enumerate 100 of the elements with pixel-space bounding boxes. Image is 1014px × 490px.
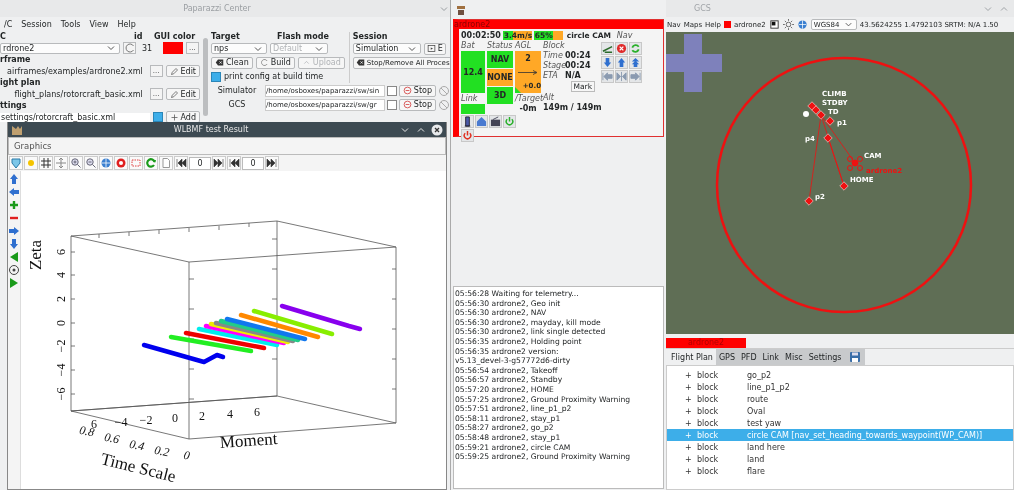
close-icon[interactable]	[431, 123, 443, 136]
block-label: Block	[543, 41, 566, 50]
tab[interactable]: Settings	[805, 349, 845, 365]
right-arrow-icon[interactable]	[629, 70, 642, 83]
menu-item[interactable]: View	[89, 20, 109, 29]
file-path-field[interactable]: settings/rotorcraft_basic.xml	[0, 112, 150, 122]
waypoint-marker[interactable]	[823, 133, 833, 143]
zoom-out-icon[interactable]	[84, 156, 98, 170]
move-icon[interactable]	[54, 156, 68, 170]
waypoint-marker[interactable]	[839, 181, 849, 191]
frame-field[interactable]: 0	[189, 156, 211, 170]
checkbox[interactable]	[211, 71, 221, 82]
expander[interactable]: +	[685, 406, 697, 416]
menu-item[interactable]: Tools	[60, 20, 81, 29]
frame-icon[interactable]	[129, 156, 143, 170]
cycle-icon[interactable]	[629, 42, 642, 55]
build-button[interactable]: Clean	[211, 56, 253, 69]
menu-item[interactable]: /C	[4, 20, 13, 29]
fast-forward-icon[interactable]	[265, 156, 279, 170]
left-arrow-icon[interactable]	[8, 186, 20, 198]
target-icon[interactable]	[8, 264, 20, 276]
block-name: land here	[747, 442, 785, 452]
down-arrow-icon[interactable]	[8, 238, 20, 250]
tree-row[interactable]: + block route	[667, 393, 1013, 405]
execute-button[interactable]: E	[423, 42, 446, 55]
tab[interactable]: PFD	[738, 349, 760, 365]
grid-icon[interactable]	[39, 156, 53, 170]
forbidden-icon[interactable]	[438, 98, 450, 111]
checkbox[interactable]	[386, 99, 397, 110]
power-icon[interactable]	[461, 129, 474, 142]
build-button[interactable]: Build	[255, 56, 295, 69]
expander[interactable]: +	[685, 454, 697, 464]
edit-button[interactable]: Edit	[165, 65, 200, 77]
tick-label: 0	[54, 320, 68, 326]
menu-item[interactable]: Help	[117, 20, 136, 29]
right-arrow-icon[interactable]	[8, 225, 20, 237]
block-type: block	[697, 466, 720, 476]
tower-icon[interactable]	[461, 115, 474, 128]
tree-row[interactable]: + block land	[667, 453, 1013, 465]
alt-value: 149m / 149m	[543, 103, 599, 112]
waypoint-marker[interactable]	[804, 196, 814, 206]
up-arrow-icon[interactable]	[8, 173, 20, 185]
tab[interactable]: Misc	[782, 349, 806, 365]
expander[interactable]: +	[685, 442, 697, 452]
tree-row[interactable]: + block flare	[667, 465, 1013, 477]
waypoint-marker[interactable]	[816, 110, 826, 120]
down-arrow-icon[interactable]	[601, 56, 614, 69]
block-type: block	[697, 430, 720, 440]
session-select[interactable]: Simulation	[352, 43, 421, 54]
stop-icon[interactable]	[114, 156, 128, 170]
tree-row[interactable]: + block go_p2	[667, 369, 1013, 381]
waypoint-marker[interactable]	[807, 101, 817, 111]
checkbox[interactable]	[386, 85, 397, 96]
waypoint-marker[interactable]	[825, 116, 835, 126]
waypoint-marker[interactable]	[811, 105, 821, 115]
shield-icon[interactable]	[9, 156, 23, 170]
aircraft-select[interactable]: rdrone2	[0, 42, 120, 54]
tab[interactable]: Link	[759, 349, 782, 365]
scrollbar[interactable]	[203, 38, 208, 116]
zoom-in-icon[interactable]	[69, 156, 83, 170]
tree-row[interactable]: + block test yaw	[667, 417, 1013, 429]
tick-label: −4	[54, 363, 68, 377]
rewind-icon[interactable]	[227, 156, 241, 170]
id-field[interactable]: 31	[139, 43, 160, 53]
refresh-button[interactable]	[123, 42, 136, 54]
double-up-arrow-icon[interactable]	[629, 56, 642, 69]
globe-icon[interactable]	[796, 19, 808, 30]
forbidden-icon[interactable]	[438, 84, 450, 97]
tree-row[interactable]: + block line_p1_p2	[667, 381, 1013, 393]
save-icon[interactable]	[848, 351, 861, 363]
expander[interactable]: +	[685, 466, 697, 476]
expander[interactable]: +	[685, 394, 697, 404]
plus-icon[interactable]	[8, 199, 20, 211]
menu-item[interactable]: Session	[21, 20, 52, 29]
window-icon[interactable]	[768, 19, 780, 30]
expander[interactable]: +	[685, 382, 697, 392]
radio-icon[interactable]	[489, 115, 502, 128]
menu-item[interactable]: Graphics	[14, 141, 52, 151]
frame-field[interactable]: 0	[242, 156, 264, 170]
fast-forward-icon[interactable]	[212, 156, 226, 170]
edit-button[interactable]: Edit	[165, 88, 200, 100]
file-path: airframes/examples/ardrone2.xml	[6, 66, 144, 76]
checkbox[interactable]	[152, 112, 163, 122]
tick-label: 0.6	[103, 429, 121, 447]
target-select[interactable]: nps	[211, 43, 267, 54]
rewind-icon[interactable]	[174, 156, 188, 170]
left-arrow-icon[interactable]	[601, 70, 614, 83]
cancel-icon[interactable]	[615, 42, 628, 55]
refresh-icon[interactable]	[144, 156, 158, 170]
tree-row[interactable]: + block land here	[667, 441, 1013, 453]
expander[interactable]: +	[685, 418, 697, 428]
up-arrow-icon[interactable]	[615, 56, 628, 69]
globe-icon[interactable]	[99, 156, 113, 170]
stop-button[interactable]: Stop	[398, 98, 436, 111]
tab[interactable]: GPS	[715, 349, 738, 365]
tree-row[interactable]: + block Oval	[667, 405, 1013, 417]
sun-icon[interactable]	[782, 19, 794, 30]
expander[interactable]: +	[685, 370, 697, 380]
converge-icon[interactable]	[615, 70, 628, 83]
stop-button[interactable]: Stop	[398, 84, 436, 97]
